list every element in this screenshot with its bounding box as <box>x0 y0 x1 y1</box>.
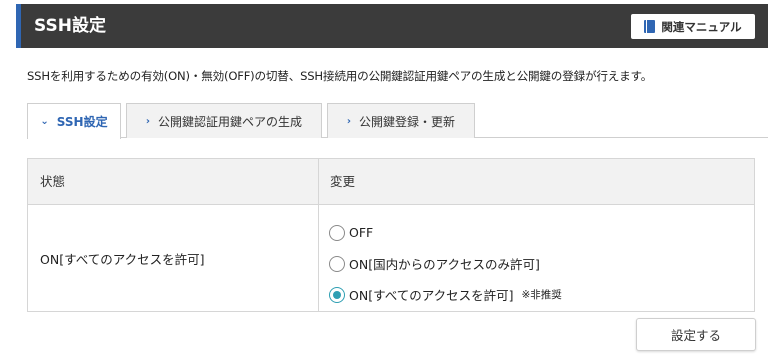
page-description: SSHを利用するための有効(ON)・無効(OFF)の切替、SSH接続用の公開鍵認… <box>27 69 653 83</box>
ssh-option-group: OFF ON[国内からのアクセスのみ許可] ON[すべてのアクセスを許可] ※非… <box>329 217 562 310</box>
option-on-domestic[interactable]: ON[国内からのアクセスのみ許可] <box>329 248 562 279</box>
radio-off[interactable] <box>329 224 345 241</box>
tab-label: 公開鍵登録・更新 <box>359 114 456 129</box>
page-title: SSH設定 <box>34 16 106 36</box>
not-recommended-note: ※非推奨 <box>521 289 562 301</box>
tab-keypair-generate[interactable]: › 公開鍵認証用鍵ペアの生成 <box>126 103 322 138</box>
option-label: ON[国内からのアクセスのみ許可] <box>349 257 540 272</box>
manual-button[interactable]: 関連マニュアル <box>631 14 755 39</box>
tab-bar: ⌄ SSH設定 › 公開鍵認証用鍵ペアの生成 › 公開鍵登録・更新 <box>27 103 768 139</box>
chevron-right-icon: › <box>145 115 151 127</box>
radio-on-domestic[interactable] <box>329 255 345 272</box>
option-label: ON[すべてのアクセスを許可] <box>349 288 514 303</box>
tab-label: SSH設定 <box>56 115 108 129</box>
current-status-value: ON[すべてのアクセスを許可] <box>40 252 205 267</box>
chevron-right-icon: › <box>346 115 352 127</box>
page-header: SSH設定 関連マニュアル <box>16 4 768 48</box>
header-status: 状態 <box>40 174 66 189</box>
option-on-all[interactable]: ON[すべてのアクセスを許可] ※非推奨 <box>329 279 562 310</box>
table-header-row <box>28 159 754 205</box>
submit-button[interactable]: 設定する <box>636 318 756 351</box>
tab-ssh-settings[interactable]: ⌄ SSH設定 <box>27 103 121 139</box>
column-divider <box>318 159 319 311</box>
header-change: 変更 <box>330 174 356 189</box>
manual-button-label: 関連マニュアル <box>661 19 742 34</box>
book-icon <box>644 20 656 33</box>
option-label: OFF <box>349 225 374 240</box>
tab-label: 公開鍵認証用鍵ペアの生成 <box>158 114 303 129</box>
settings-table: 状態 変更 ON[すべてのアクセスを許可] OFF ON[国内からのアクセスのみ… <box>27 158 755 312</box>
chevron-down-icon: ⌄ <box>40 116 49 127</box>
option-off[interactable]: OFF <box>329 217 562 248</box>
radio-on-all[interactable] <box>329 286 345 303</box>
tab-public-key-register[interactable]: › 公開鍵登録・更新 <box>327 103 475 138</box>
